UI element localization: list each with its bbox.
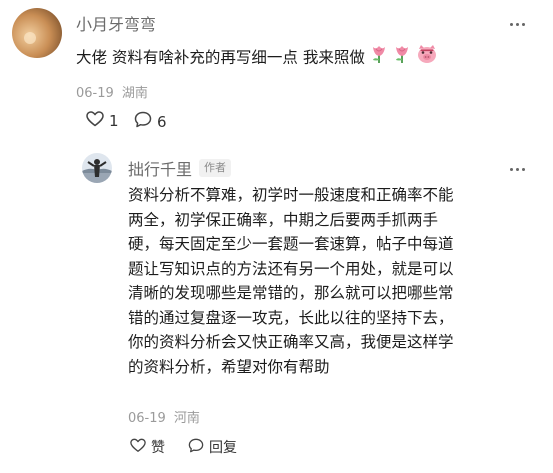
reply-author-row: 拙行千里 作者: [128, 156, 232, 180]
reply-like-button[interactable]: 赞: [130, 437, 165, 457]
reply-meta: 06-19 河南: [128, 407, 200, 426]
like-button[interactable]: 1: [86, 111, 119, 131]
comment-meta: 06-19 湖南: [76, 82, 148, 101]
reply-reply-button[interactable]: 回复: [188, 437, 237, 457]
reply-text-line: 资料分析不算难，初学时一般速度和正确率不能: [128, 186, 454, 204]
author-badge: 作者: [199, 159, 232, 177]
commenter-avatar[interactable]: [12, 8, 62, 58]
reply-author-avatar[interactable]: [82, 153, 112, 183]
tulip-emoji: [370, 44, 388, 72]
comment-text-row: 大佬 资料有啥补充的再写细一点 我来照做: [76, 44, 438, 72]
heart-icon: [86, 111, 104, 131]
more-options-icon[interactable]: [510, 18, 525, 30]
reply-text-line: 硬，每天固定至少一套题一套速算，帖子中每道: [128, 235, 454, 253]
reply-location: 河南: [173, 411, 200, 426]
comment-bubble-icon: [134, 111, 152, 132]
commenter-name[interactable]: 小月牙弯弯: [76, 11, 156, 35]
reply-text-line: 的资料分析，希望对你有帮助: [128, 357, 330, 376]
reply-text-line: 清晰的发现哪些是常错的，那么就可以把哪些常: [128, 284, 454, 302]
reply-author-name[interactable]: 拙行千里: [128, 156, 192, 180]
reply-count: 6: [157, 112, 167, 131]
comment-date: 06-19: [76, 86, 114, 101]
reply-more-options-icon[interactable]: [510, 163, 525, 175]
comment-location: 湖南: [121, 86, 148, 101]
reply-date: 06-19: [128, 411, 166, 426]
reply-button[interactable]: 6: [134, 111, 167, 132]
heart-icon: [130, 438, 146, 457]
comment-bubble-icon: [188, 438, 204, 457]
like-label: 赞: [151, 440, 165, 456]
reply-label: 回复: [209, 440, 237, 456]
reply-text-line: 你的资料分析会又快正确率又高，我便是这样学: [128, 333, 454, 351]
reply-text-line: 题让写知识点的方法还有另一个用处，就是可以: [128, 259, 454, 278]
reply-text-line: 错的通过复盘逐一攻克，长此以往的坚持下去，: [128, 308, 454, 327]
comment-text: 大佬 资料有啥补充的再写细一点 我来照做: [76, 48, 365, 67]
reply-text: 资料分析不算难，初学时一般速度和正确率不能 两全，初学保正确率，中期之后要两手抓…: [128, 183, 533, 379]
tulip-emoji: [393, 44, 411, 72]
like-count: 1: [109, 112, 119, 130]
pig-emoji: [416, 44, 438, 72]
reply-text-line: 两全，初学保正确率，中期之后要两手抓两手: [128, 210, 439, 229]
